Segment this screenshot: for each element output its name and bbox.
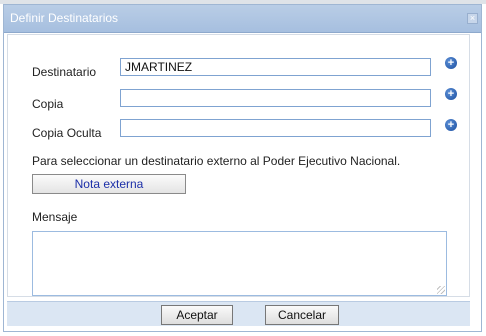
external-recipient-hint: Para seleccionar un destinatario externo… (32, 154, 401, 168)
cancel-button[interactable]: Cancelar (265, 305, 339, 325)
dialog-title: Definir Destinatarios (10, 11, 119, 25)
close-icon[interactable]: × (467, 13, 478, 24)
copia-oculta-label: Copia Oculta (32, 126, 102, 140)
accept-button[interactable]: Aceptar (161, 305, 233, 325)
destinatario-label: Destinatario (32, 65, 97, 79)
mensaje-textarea[interactable] (32, 231, 447, 296)
resize-grip-icon[interactable] (437, 286, 445, 294)
mensaje-label: Mensaje (32, 210, 78, 224)
copia-oculta-input[interactable] (120, 119, 431, 137)
nota-externa-button[interactable]: Nota externa (32, 174, 186, 194)
dialog-footer (7, 301, 470, 326)
add-copia-oculta-icon[interactable]: + (445, 119, 457, 131)
copia-input[interactable] (120, 89, 431, 107)
dialog-titlebar[interactable]: Definir Destinatarios × (4, 5, 481, 33)
add-copia-icon[interactable]: + (445, 88, 457, 100)
add-destinatario-icon[interactable]: + (445, 57, 457, 69)
destinatario-input[interactable] (120, 58, 431, 76)
copia-label: Copia (32, 97, 64, 111)
